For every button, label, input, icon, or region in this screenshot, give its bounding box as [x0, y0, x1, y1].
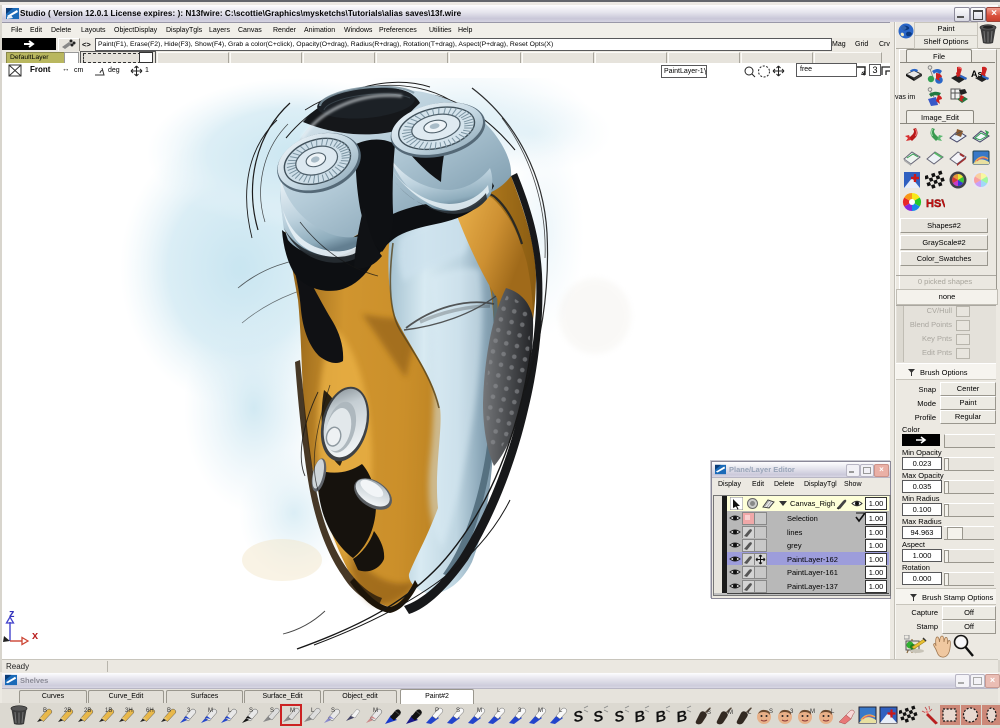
svg-text:M: M — [477, 708, 482, 714]
svg-text:M: M — [208, 708, 213, 714]
svg-text:P: P — [435, 708, 439, 714]
svg-text:M: M — [810, 709, 815, 715]
svg-text:B: B — [43, 708, 47, 714]
svg-text:M: M — [290, 708, 295, 714]
svg-text:S: S — [707, 710, 711, 716]
svg-text:2B: 2B — [64, 708, 71, 714]
svg-text:3H: 3H — [125, 708, 133, 714]
svg-text:x: x — [32, 630, 39, 642]
svg-text:z: z — [9, 608, 15, 620]
svg-text:B: B — [675, 707, 689, 725]
svg-text:B: B — [654, 707, 668, 725]
svg-text:6H: 6H — [146, 708, 154, 714]
svg-text:HSV: HSV — [926, 198, 945, 210]
svg-text:B: B — [633, 707, 647, 725]
svg-text:B: B — [167, 708, 171, 714]
svg-text:3: 3 — [790, 709, 794, 715]
svg-text:S: S — [592, 708, 605, 725]
svg-text:S: S — [249, 708, 253, 714]
svg-text:S: S — [331, 708, 335, 714]
svg-text:S: S — [456, 708, 460, 714]
svg-text:M: M — [538, 708, 543, 714]
svg-text:L: L — [748, 710, 752, 716]
svg-text:S: S — [572, 708, 585, 725]
svg-text:S: S — [270, 708, 274, 714]
svg-text:S: S — [613, 708, 626, 725]
svg-text:2B: 2B — [84, 708, 91, 714]
svg-text:M: M — [373, 708, 378, 714]
svg-text:L: L — [831, 709, 835, 715]
svg-text:S: S — [769, 709, 773, 715]
svg-text:M: M — [728, 710, 733, 716]
svg-text:1B: 1B — [105, 708, 112, 714]
